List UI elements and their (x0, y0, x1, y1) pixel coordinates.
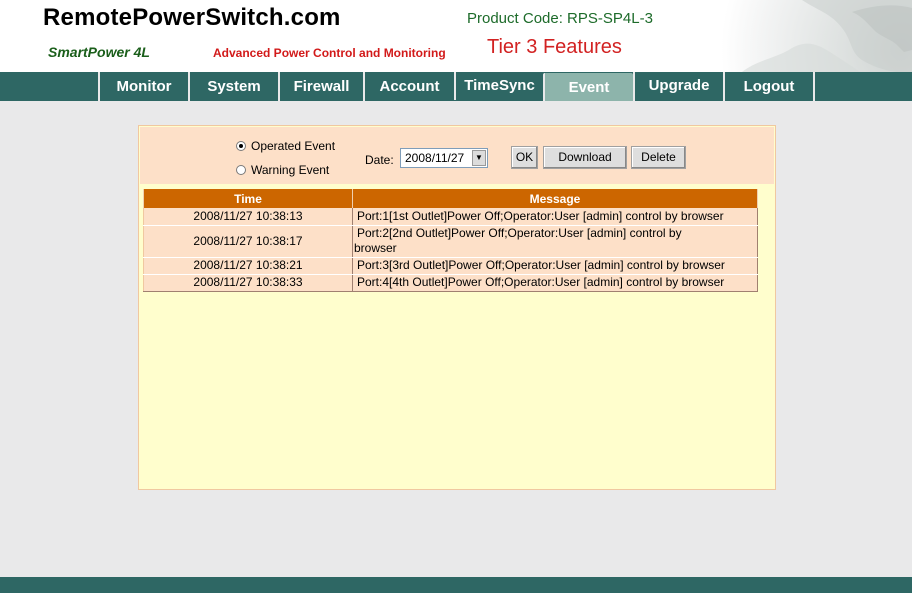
tier-label: Tier 3 Features (487, 36, 622, 58)
nav-system[interactable]: System (188, 72, 278, 101)
event-message: Port:2[2nd Outlet]Power Off;Operator:Use… (352, 225, 758, 258)
event-message: Port:4[4th Outlet]Power Off;Operator:Use… (352, 274, 758, 292)
event-time: 2008/11/27 10:38:33 (143, 274, 353, 292)
nav-logout[interactable]: Logout (723, 72, 813, 101)
operated-event-label: Operated Event (251, 139, 336, 153)
delete-button[interactable]: Delete (631, 146, 686, 169)
nav-event[interactable]: Event (543, 73, 633, 101)
product-code: Product Code: RPS-SP4L-3 (467, 10, 653, 27)
event-time: 2008/11/27 10:38:17 (143, 225, 353, 258)
table-row: 2008/11/27 10:38:13 Port:1[1st Outlet]Po… (143, 208, 758, 226)
event-filter-bar: Operated Event Warning Event Date: 2008/… (140, 127, 774, 184)
time-column-header: Time (143, 189, 353, 208)
nav-underline (0, 101, 912, 104)
date-label: Date: (365, 153, 394, 167)
event-time: 2008/11/27 10:38:13 (143, 208, 353, 226)
table-row: 2008/11/27 10:38:21 Port:3[3rd Outlet]Po… (143, 257, 758, 275)
event-table: Time Message 2008/11/27 10:38:13 Port:1[… (143, 189, 758, 292)
event-panel: Operated Event Warning Event Date: 2008/… (138, 125, 776, 490)
table-header-row: Time Message (143, 189, 758, 208)
date-value: 2008/11/27 (405, 151, 465, 165)
page-header: RemotePowerSwitch.com SmartPower 4L Adva… (0, 0, 912, 72)
tagline: Advanced Power Control and Monitoring (213, 46, 446, 60)
site-title: RemotePowerSwitch.com (43, 4, 341, 31)
nav-monitor[interactable]: Monitor (98, 72, 188, 101)
event-time: 2008/11/27 10:38:21 (143, 257, 353, 275)
warning-event-radio[interactable]: Warning Event (236, 163, 329, 177)
main-nav: Monitor System Firewall Account TimeSync… (0, 72, 912, 104)
nav-divider (813, 72, 815, 101)
event-message: Port:3[3rd Outlet]Power Off;Operator:Use… (352, 257, 758, 275)
table-row: 2008/11/27 10:38:33 Port:4[4th Outlet]Po… (143, 274, 758, 292)
product-name: SmartPower 4L (48, 44, 150, 60)
radio-unchecked-icon[interactable] (236, 165, 246, 175)
download-button[interactable]: Download (543, 146, 627, 169)
nav-firewall[interactable]: Firewall (278, 72, 363, 101)
ok-button[interactable]: OK (511, 146, 538, 169)
table-row: 2008/11/27 10:38:17 Port:2[2nd Outlet]Po… (143, 225, 758, 258)
warning-event-label: Warning Event (251, 163, 330, 177)
message-column-header: Message (352, 189, 758, 208)
operated-event-radio[interactable]: Operated Event (236, 139, 335, 153)
nav-timesync[interactable]: TimeSync (454, 72, 543, 100)
nav-upgrade[interactable]: Upgrade (633, 72, 723, 101)
date-select[interactable]: 2008/11/27 ▼ (400, 148, 488, 168)
event-message: Port:1[1st Outlet]Power Off;Operator:Use… (352, 208, 758, 226)
nav-account[interactable]: Account (363, 72, 454, 101)
radio-checked-icon[interactable] (236, 141, 246, 151)
globe-map-icon (682, 0, 912, 72)
page-footer (0, 577, 912, 593)
chevron-down-icon[interactable]: ▼ (472, 150, 486, 166)
